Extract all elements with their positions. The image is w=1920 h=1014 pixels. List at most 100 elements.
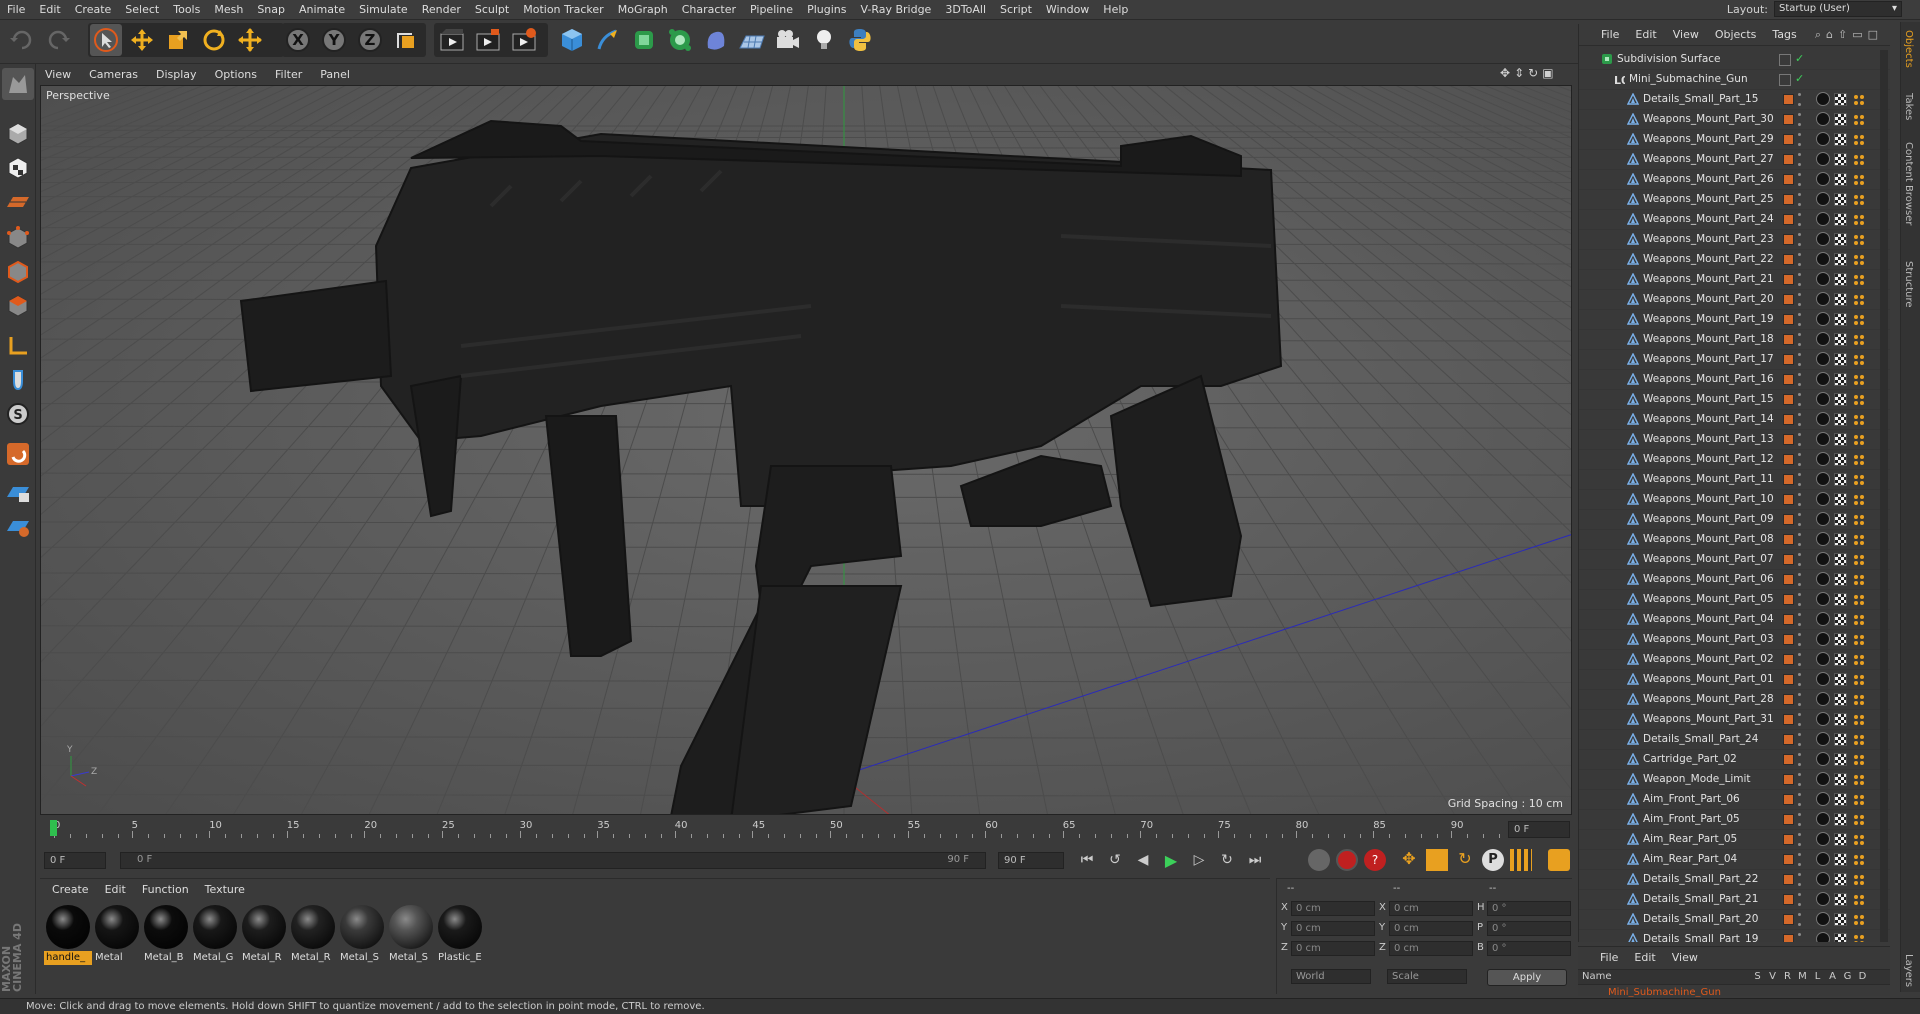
phong-tag-icon[interactable]	[1852, 933, 1866, 942]
menu-simulate[interactable]: Simulate	[352, 3, 415, 16]
object-row[interactable]: L0 Mini_Submachine_Gun ✓	[1579, 70, 1890, 90]
texture-tag-icon[interactable]	[1834, 473, 1847, 486]
object-row[interactable]: Weapons_Mount_Part_17	[1579, 350, 1890, 370]
texture-tag-icon[interactable]	[1834, 373, 1847, 386]
texture-tag-icon[interactable]	[1834, 793, 1847, 806]
phong-tag-icon[interactable]	[1852, 353, 1866, 367]
object-row[interactable]: Aim_Rear_Part_05	[1579, 830, 1890, 850]
menu-help[interactable]: Help	[1096, 3, 1135, 16]
menu-file[interactable]: File	[0, 3, 32, 16]
material-tag-icon[interactable]	[1816, 612, 1830, 626]
texture-tag-icon[interactable]	[1834, 233, 1847, 246]
texture-tag-icon[interactable]	[1834, 573, 1847, 586]
viewport-menu-options[interactable]: Options	[206, 68, 266, 81]
enable-checkbox[interactable]	[1779, 74, 1791, 86]
menu-motion-tracker[interactable]: Motion Tracker	[516, 3, 610, 16]
go-to-start-icon[interactable]: ⏮	[1076, 849, 1098, 871]
object-row[interactable]: Weapons_Mount_Part_18	[1579, 330, 1890, 350]
material-tag-icon[interactable]	[1816, 812, 1830, 826]
visibility-toggle[interactable]	[1798, 373, 1802, 386]
object-row[interactable]: Weapons_Mount_Part_25	[1579, 190, 1890, 210]
layer-color-swatch[interactable]	[1783, 294, 1794, 305]
coord-value-field[interactable]: 0 cm	[1291, 921, 1375, 936]
visibility-toggle[interactable]	[1798, 913, 1802, 926]
material-tag-icon[interactable]	[1816, 452, 1830, 466]
python-icon[interactable]	[844, 24, 876, 56]
layer-color-swatch[interactable]	[1783, 594, 1794, 605]
material-tag-icon[interactable]	[1816, 272, 1830, 286]
texture-tag-icon[interactable]	[1834, 613, 1847, 626]
phong-tag-icon[interactable]	[1852, 293, 1866, 307]
deformer-icon[interactable]	[700, 24, 732, 56]
apply-button[interactable]: Apply	[1487, 969, 1567, 986]
object-row[interactable]: Weapons_Mount_Part_31	[1579, 710, 1890, 730]
material-tag-icon[interactable]	[1816, 652, 1830, 666]
cube-icon[interactable]	[556, 24, 588, 56]
visibility-toggle[interactable]	[1798, 893, 1802, 906]
phong-tag-icon[interactable]	[1852, 193, 1866, 207]
texture-tag-icon[interactable]	[1834, 413, 1847, 426]
material-tag-icon[interactable]	[1816, 232, 1830, 246]
texture-tag-icon[interactable]	[1834, 633, 1847, 646]
visibility-toggle[interactable]	[1798, 793, 1802, 806]
go-to-end-icon[interactable]: ⏭	[1244, 849, 1266, 871]
polygons-mode-icon[interactable]	[2, 290, 34, 322]
camera-icon[interactable]	[772, 24, 804, 56]
menu-plugins[interactable]: Plugins	[800, 3, 853, 16]
texture-tag-icon[interactable]	[1834, 593, 1847, 606]
coord-value-field[interactable]: 0 cm	[1389, 921, 1473, 936]
material-tag-icon[interactable]	[1816, 152, 1830, 166]
object-row[interactable]: Weapons_Mount_Part_12	[1579, 450, 1890, 470]
orbit-icon[interactable]: ↻	[1528, 66, 1538, 80]
menu-script[interactable]: Script	[993, 3, 1039, 16]
pan-icon[interactable]: ✥	[1500, 66, 1510, 80]
object-row[interactable]: Details_Small_Part_15	[1579, 90, 1890, 110]
object-row[interactable]: Aim_Front_Part_05	[1579, 810, 1890, 830]
texture-tag-icon[interactable]	[1834, 393, 1847, 406]
visibility-toggle[interactable]	[1798, 93, 1802, 106]
maximize-icon[interactable]: ▣	[1542, 66, 1553, 80]
phong-tag-icon[interactable]	[1852, 333, 1866, 347]
workplane-icon[interactable]	[2, 186, 34, 218]
layer-color-swatch[interactable]	[1783, 434, 1794, 445]
material-tag-icon[interactable]	[1816, 692, 1830, 706]
side-tab-objects[interactable]: Objects	[1903, 30, 1914, 68]
key-parameter-icon[interactable]: P	[1482, 849, 1504, 871]
floor-icon[interactable]	[736, 24, 768, 56]
texture-tag-icon[interactable]	[1834, 853, 1847, 866]
check-icon[interactable]: ✓	[1795, 52, 1804, 65]
material-tag-icon[interactable]	[1816, 852, 1830, 866]
visibility-toggle[interactable]	[1798, 453, 1802, 466]
material-menu-function[interactable]: Function	[134, 883, 197, 896]
coord-value-field[interactable]: 0 cm	[1291, 901, 1375, 916]
phong-tag-icon[interactable]	[1852, 513, 1866, 527]
material-tag-icon[interactable]	[1816, 892, 1830, 906]
layer-color-swatch[interactable]	[1783, 114, 1794, 125]
phong-tag-icon[interactable]	[1852, 113, 1866, 127]
phong-tag-icon[interactable]	[1852, 473, 1866, 487]
visibility-toggle[interactable]	[1798, 673, 1802, 686]
visibility-toggle[interactable]	[1798, 233, 1802, 246]
axis-mode-icon[interactable]	[2, 330, 34, 362]
layer-color-swatch[interactable]	[1783, 494, 1794, 505]
menu-mesh[interactable]: Mesh	[207, 3, 250, 16]
z-axis-lock-icon[interactable]: Z	[354, 24, 386, 56]
phong-tag-icon[interactable]	[1852, 893, 1866, 907]
visibility-toggle[interactable]	[1798, 213, 1802, 226]
material-tag-icon[interactable]	[1816, 172, 1830, 186]
layer-color-swatch[interactable]	[1783, 454, 1794, 465]
phong-tag-icon[interactable]	[1852, 213, 1866, 227]
texture-tag-icon[interactable]	[1834, 513, 1847, 526]
material-swatch[interactable]: Metal	[93, 903, 141, 965]
phong-tag-icon[interactable]	[1852, 653, 1866, 667]
texture-tag-icon[interactable]	[1834, 173, 1847, 186]
phong-tag-icon[interactable]	[1852, 873, 1866, 887]
coord-system-select[interactable]: World	[1291, 969, 1371, 984]
menu-animate[interactable]: Animate	[292, 3, 352, 16]
visibility-toggle[interactable]	[1798, 713, 1802, 726]
phong-tag-icon[interactable]	[1852, 853, 1866, 867]
layer-color-swatch[interactable]	[1783, 894, 1794, 905]
object-row[interactable]: Weapons_Mount_Part_10	[1579, 490, 1890, 510]
next-frame-icon[interactable]: ▷	[1188, 849, 1210, 871]
dolly-icon[interactable]: ⇕	[1514, 66, 1524, 80]
